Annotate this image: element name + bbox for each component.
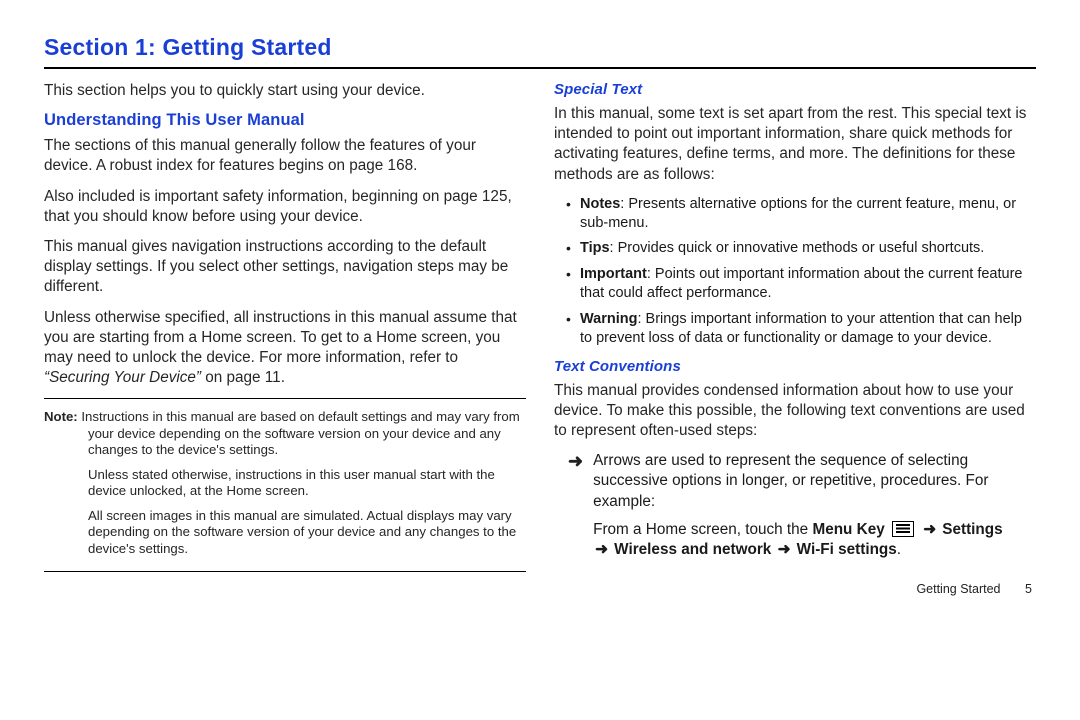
text-conventions-heading: Text Conventions — [554, 358, 1036, 375]
def-notes-label: Notes — [580, 196, 620, 212]
def-warning-label: Warning — [580, 311, 637, 327]
intro-paragraph: This section helps you to quickly start … — [44, 81, 526, 101]
def-important: Important: Points out important informat… — [568, 265, 1036, 303]
example-pre: From a Home screen, touch the — [593, 521, 812, 538]
menu-key-label: Menu Key — [812, 521, 884, 538]
special-text-heading: Special Text — [554, 81, 1036, 98]
special-text-paragraph: In this manual, some text is set apart f… — [554, 104, 1036, 185]
left-para-4b: on page 11. — [201, 369, 285, 386]
def-tips-label: Tips — [580, 240, 610, 256]
note-label: Note: — [44, 409, 78, 424]
arrow-icon-2: ➜ — [593, 540, 610, 560]
arrow-icon: ➜ — [568, 451, 583, 512]
note-2: Unless stated otherwise, instructions in… — [44, 467, 526, 500]
def-warning: Warning: Brings important information to… — [568, 310, 1036, 348]
right-column: Special Text In this manual, some text i… — [554, 81, 1036, 572]
wireless-network-label: Wireless and network — [614, 541, 771, 558]
note-1: Note: Instructions in this manual are ba… — [44, 409, 526, 459]
content-columns: This section helps you to quickly start … — [44, 81, 1036, 572]
def-tips-text: : Provides quick or innovative methods o… — [610, 240, 985, 256]
def-tips: Tips: Provides quick or innovative metho… — [568, 239, 1036, 258]
section-heading: Section 1: Getting Started — [44, 34, 1036, 61]
note-1-text: Instructions in this manual are based on… — [78, 409, 520, 457]
note-block: Note: Instructions in this manual are ba… — [44, 398, 526, 572]
understanding-heading: Understanding This User Manual — [44, 111, 526, 130]
left-column: This section helps you to quickly start … — [44, 81, 526, 572]
page-footer: Getting Started 5 — [44, 582, 1036, 596]
def-warning-text: : Brings important information to your a… — [580, 311, 1022, 346]
note-3: All screen images in this manual are sim… — [44, 508, 526, 558]
left-para-2: Also included is important safety inform… — [44, 187, 526, 227]
left-para-3: This manual gives navigation instruction… — [44, 237, 526, 298]
arrow-explain: ➜ Arrows are used to represent the seque… — [568, 451, 1036, 512]
arrow-icon-1: ➜ — [921, 520, 938, 540]
left-para-1: The sections of this manual generally fo… — [44, 136, 526, 176]
arrow-explain-text: Arrows are used to represent the sequenc… — [593, 451, 1036, 512]
left-para-4: Unless otherwise specified, all instruct… — [44, 308, 526, 389]
securing-your-device-ref: “Securing Your Device” — [44, 369, 201, 386]
def-important-label: Important — [580, 266, 647, 282]
example-text: From a Home screen, touch the Menu Key ➜… — [593, 520, 1003, 560]
footer-page-number: 5 — [1004, 582, 1032, 596]
example-block: ➜ From a Home screen, touch the Menu Key… — [568, 520, 1036, 560]
example-period: . — [897, 541, 901, 558]
def-notes-text: : Presents alternative options for the c… — [580, 196, 1016, 231]
def-important-text: : Points out important information about… — [580, 266, 1022, 301]
text-conventions-paragraph: This manual provides condensed informati… — [554, 381, 1036, 442]
menu-key-icon — [892, 521, 914, 537]
footer-section-label: Getting Started — [916, 582, 1000, 596]
def-notes: Notes: Presents alternative options for … — [568, 195, 1036, 233]
definitions-list: Notes: Presents alternative options for … — [554, 195, 1036, 348]
left-para-4a: Unless otherwise specified, all instruct… — [44, 309, 517, 366]
heading-rule — [44, 67, 1036, 69]
settings-label: Settings — [942, 521, 1002, 538]
arrow-icon-3: ➜ — [776, 540, 793, 560]
wifi-settings-label: Wi-Fi settings — [797, 541, 897, 558]
